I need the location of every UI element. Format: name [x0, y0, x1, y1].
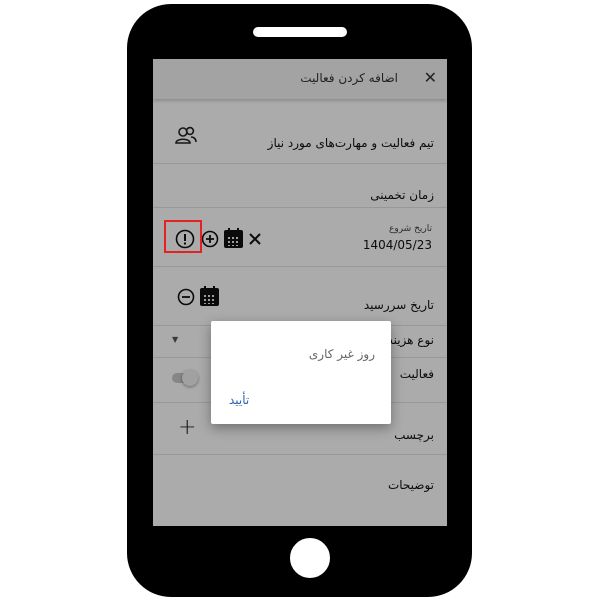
- highlight-box: [164, 220, 202, 253]
- app-screen: اضافه کردن فعالیت ✕ تیم فعالیت و مهارت‌ه…: [153, 59, 447, 526]
- phone-speaker: [253, 27, 347, 37]
- confirm-button[interactable]: تأیید: [229, 393, 249, 407]
- modal-backdrop[interactable]: [153, 59, 447, 526]
- alert-dialog: روز غیر کاری تأیید: [211, 321, 391, 424]
- dialog-message: روز غیر کاری: [308, 347, 375, 361]
- home-button[interactable]: [280, 528, 340, 588]
